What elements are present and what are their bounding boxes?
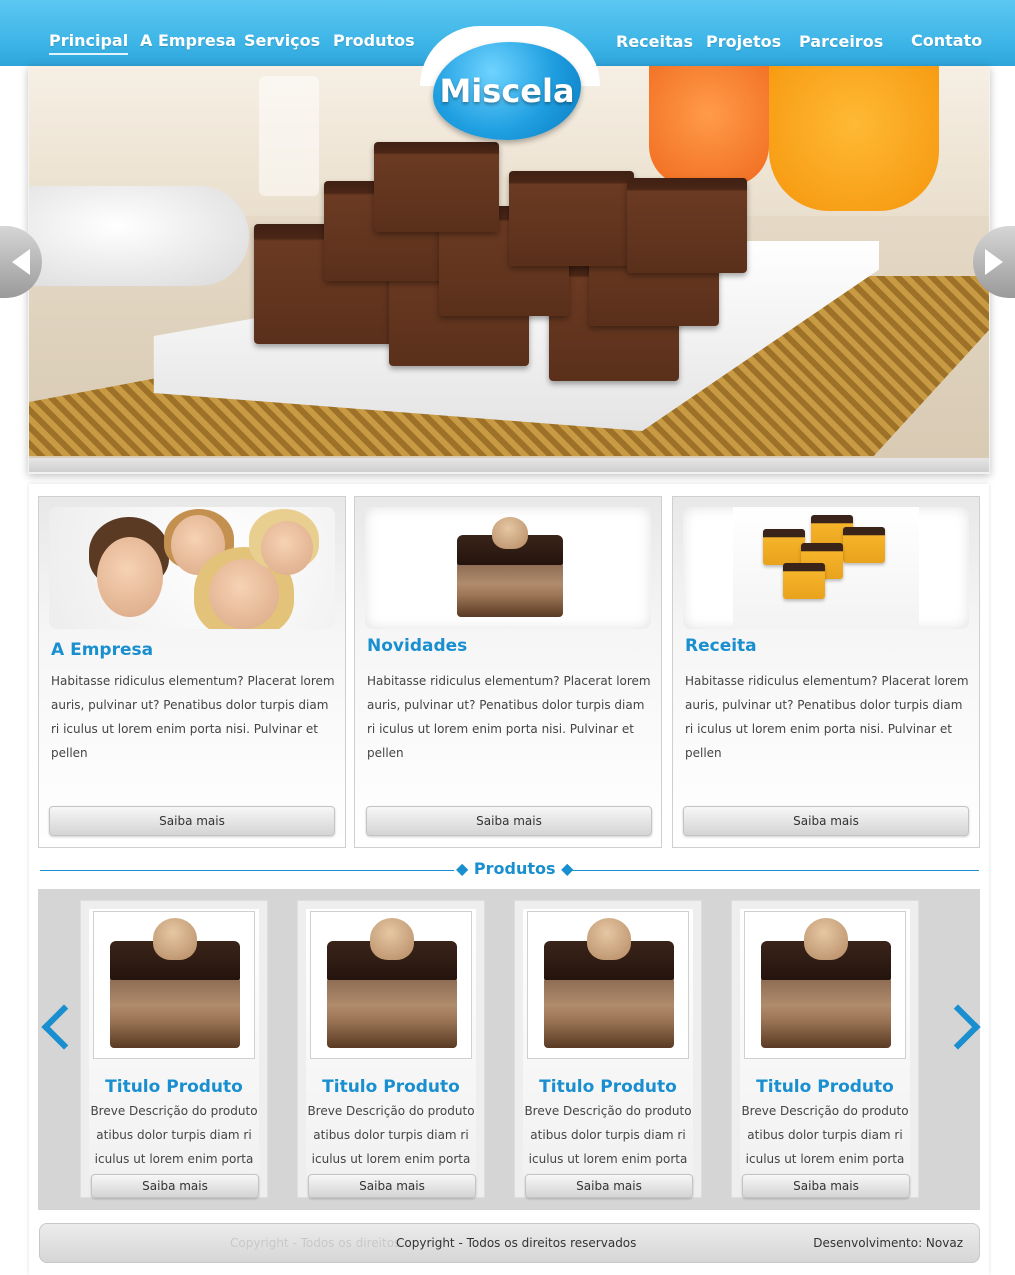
footer-developer-credit[interactable]: Desenvolvimento: Novaz [813, 1236, 963, 1250]
saiba-mais-button[interactable]: Saiba mais [525, 1174, 693, 1198]
footer-ghost-text: Copyright - Todos os direitos [230, 1236, 401, 1250]
feature-title: A Empresa [51, 640, 154, 660]
arrow-right-icon [985, 249, 1003, 275]
feature-text: Habitasse ridiculus elementum? Placerat … [685, 674, 969, 760]
nav-produtos[interactable]: Produtos [333, 31, 415, 50]
novidades-image [365, 507, 651, 629]
footer-copyright: Copyright - Todos os direitos reservados [396, 1236, 637, 1250]
carousel-next-chevron-icon[interactable] [940, 1000, 980, 1050]
product-image[interactable] [93, 911, 255, 1059]
product-title[interactable]: Titulo Produto [523, 1077, 693, 1097]
nav-principal[interactable]: Principal [49, 31, 129, 55]
feature-title: Receita [685, 636, 757, 656]
feature-card-receita: Receita Habitasse ridiculus elementum? P… [672, 496, 980, 848]
products-section-title: ◆ Produtos ◆ [456, 859, 574, 878]
feature-card-empresa: A Empresa Habitasse ridiculus elementum?… [38, 496, 346, 848]
feature-card-novidades: Novidades Habitasse ridiculus elementum?… [354, 496, 662, 848]
divider-line-right [566, 870, 979, 871]
product-description: Breve Descrição do produto atibus dolor … [90, 1104, 258, 1166]
family-photo [49, 507, 335, 629]
feature-title: Novidades [367, 636, 468, 656]
saiba-mais-button[interactable]: Saiba mais [742, 1174, 910, 1198]
carousel-prev-chevron-icon[interactable] [36, 1000, 76, 1050]
nav-receitas[interactable]: Receitas [616, 32, 693, 51]
product-description: Breve Descrição do produto atibus dolor … [524, 1104, 692, 1166]
product-image[interactable] [310, 911, 472, 1059]
nav-contato[interactable]: Contato [911, 31, 982, 50]
product-title[interactable]: Titulo Produto [306, 1077, 476, 1097]
product-card: Titulo Produto Breve Descrição do produt… [514, 900, 702, 1198]
nav-projetos[interactable]: Projetos [706, 32, 781, 51]
saiba-mais-button[interactable]: Saiba mais [366, 806, 652, 836]
product-card: Titulo Produto Breve Descrição do produt… [297, 900, 485, 1198]
product-description: Breve Descrição do produto atibus dolor … [307, 1104, 475, 1166]
product-title[interactable]: Titulo Produto [89, 1077, 259, 1097]
product-image[interactable] [744, 911, 906, 1059]
nav-parceiros[interactable]: Parceiros [799, 32, 883, 51]
feature-text: Habitasse ridiculus elementum? Placerat … [367, 674, 651, 760]
nav-a-empresa[interactable]: A Empresa [140, 31, 236, 50]
product-description: Breve Descrição do produto atibus dolor … [741, 1104, 909, 1166]
saiba-mais-button[interactable]: Saiba mais [49, 806, 335, 836]
nav-servicos[interactable]: Serviços [244, 31, 320, 50]
footer-bar: Copyright - Todos os direitos Copyright … [39, 1223, 980, 1263]
saiba-mais-button[interactable]: Saiba mais [308, 1174, 476, 1198]
hero-caption-bar [29, 458, 989, 472]
receita-image [683, 507, 969, 629]
product-title[interactable]: Titulo Produto [740, 1077, 910, 1097]
feature-text: Habitasse ridiculus elementum? Placerat … [51, 674, 335, 760]
product-card: Titulo Produto Breve Descrição do produt… [731, 900, 919, 1198]
saiba-mais-button[interactable]: Saiba mais [683, 806, 969, 836]
brand-logo-text: Miscela [439, 72, 575, 110]
divider-line-left [40, 870, 454, 871]
product-card: Titulo Produto Breve Descrição do produt… [80, 900, 268, 1198]
arrow-left-icon [12, 249, 30, 275]
saiba-mais-button[interactable]: Saiba mais [91, 1174, 259, 1198]
product-image[interactable] [527, 911, 689, 1059]
